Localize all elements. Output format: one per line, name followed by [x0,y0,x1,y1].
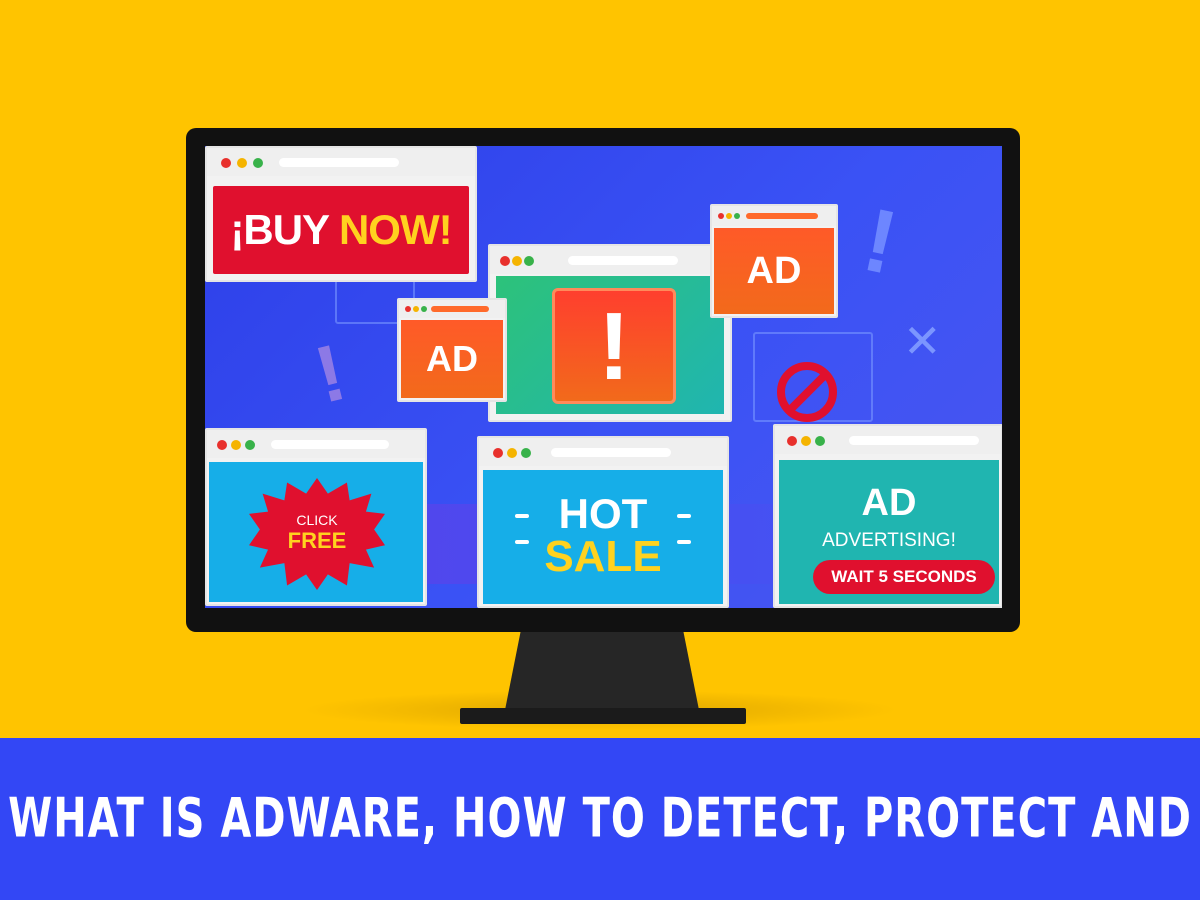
minimize-dot-icon[interactable] [237,158,247,168]
sparkle-icon [677,514,691,518]
close-dot-icon[interactable] [217,440,227,450]
minimize-dot-icon[interactable] [507,448,517,458]
titlebar [399,300,505,318]
buy-now-prefix: ¡BUY [230,206,339,253]
cross-icon: ✕ [903,314,942,368]
popup-alert[interactable]: ! [488,244,732,422]
ad-banner[interactable]: AD [714,228,834,314]
free-text: FREE [287,528,347,553]
address-bar [271,440,389,449]
ad-banner[interactable]: ¡BUY NOW! [213,186,469,274]
exclamation-icon: ! [306,327,354,420]
wait-button[interactable]: WAIT 5 SECONDS [813,560,995,594]
address-bar [431,306,489,312]
exclamation-icon: ! [598,293,630,400]
popup-ad-topright[interactable]: AD [710,204,838,318]
alert-panel: ! [496,276,724,414]
buy-now-suffix: NOW! [338,206,453,253]
maximize-dot-icon[interactable] [253,158,263,168]
close-dot-icon[interactable] [405,306,411,312]
titlebar [775,426,1001,454]
advertising-text: ADVERTISING! [822,530,956,551]
close-dot-icon[interactable] [787,436,797,446]
titlebar [490,246,730,274]
popup-click-free[interactable]: CLICK FREE [205,428,427,606]
close-dot-icon[interactable] [718,213,724,219]
exclamation-icon: ! [855,189,906,295]
address-bar [279,158,399,167]
ad-label: AD [426,338,478,379]
popup-buy-now[interactable]: ¡BUY NOW! [205,146,477,282]
maximize-dot-icon[interactable] [815,436,825,446]
maximize-dot-icon[interactable] [524,256,534,266]
monitor-screen: ! ! ✕ ¡BUY NOW! ! AD AD CLICK FREE HOT S… [205,146,1002,608]
sparkle-icon [515,540,529,544]
blocked-icon [777,362,837,422]
ad-banner[interactable]: AD ADVERTISING! WAIT 5 SECONDS [779,460,999,604]
titlebar [712,206,836,226]
address-bar [551,448,671,457]
maximize-dot-icon[interactable] [245,440,255,450]
address-bar [568,256,678,265]
ad-label: AD [861,482,917,524]
maximize-dot-icon[interactable] [421,306,427,312]
minimize-dot-icon[interactable] [512,256,522,266]
titlebar [207,148,475,176]
alert-box[interactable]: ! [552,288,676,404]
minimize-dot-icon[interactable] [726,213,732,219]
minimize-dot-icon[interactable] [413,306,419,312]
address-bar [849,436,979,445]
click-text: CLICK [296,512,338,528]
ad-label: AD [746,250,802,292]
ad-banner[interactable]: HOT SALE [483,470,723,604]
minimize-dot-icon[interactable] [231,440,241,450]
titlebar [207,430,425,458]
sparkle-icon [515,514,529,518]
illustration: ! ! ✕ ¡BUY NOW! ! AD AD CLICK FREE HOT S… [0,0,1200,740]
close-dot-icon[interactable] [500,256,510,266]
ad-banner[interactable]: AD [401,320,503,398]
close-dot-icon[interactable] [493,448,503,458]
popup-advertising[interactable]: AD ADVERTISING! WAIT 5 SECONDS [773,424,1002,608]
address-bar [746,213,818,219]
monitor-stand-neck [505,632,699,710]
caption-title: WHAT IS ADWARE, HOW TO DETECT, PROTECT A… [8,787,1192,851]
maximize-dot-icon[interactable] [734,213,740,219]
close-dot-icon[interactable] [221,158,231,168]
buy-now-text: ¡BUY NOW! [213,206,469,254]
popup-ad-small[interactable]: AD [397,298,507,402]
caption-bar: WHAT IS ADWARE, HOW TO DETECT, PROTECT A… [0,738,1200,900]
titlebar [479,438,727,466]
maximize-dot-icon[interactable] [521,448,531,458]
sparkle-icon [677,540,691,544]
popup-hot-sale[interactable]: HOT SALE [477,436,729,608]
ad-banner[interactable]: CLICK FREE [209,462,423,602]
minimize-dot-icon[interactable] [801,436,811,446]
